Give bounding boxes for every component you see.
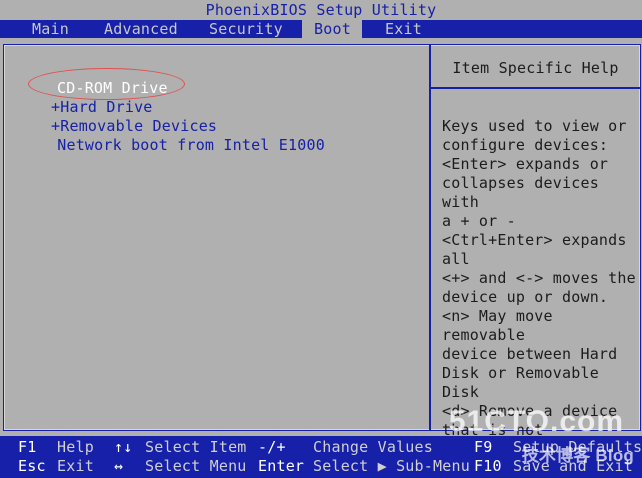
tab-exit[interactable]: Exit [373,20,434,38]
help-pane: Item Specific Help Keys used to view or … [431,45,640,458]
f1-desc: Help [57,438,94,456]
f1-key: F1 [18,438,37,456]
left-right-arrows-icon: ↔ [114,457,124,475]
watermark-subtitle: 技术博客 Blog [521,446,634,465]
tab-main[interactable]: Main [20,20,81,38]
select-item-desc: Select Item [145,438,247,456]
select-submenu-desc: Select ▶ Sub-Menu [313,457,470,475]
watermark: 51CTO.com 技术博客 Blog [449,405,634,475]
boot-item-cdrom[interactable]: CD-ROM Drive [57,79,168,98]
watermark-logo: 51CTO.com [448,405,624,438]
tab-security[interactable]: Security [197,20,295,38]
plus-minus-key: -/+ [258,438,286,456]
up-down-arrows-icon: ↑↓ [114,438,133,456]
change-values-desc: Change Values [313,438,433,456]
menu-bar: Main Advanced Security Boot Exit [0,20,642,38]
tab-boot[interactable]: Boot [302,20,362,38]
boot-order-pane: CD-ROM Drive +Hard Drive +Removable Devi… [4,45,431,430]
boot-item-network-boot[interactable]: Network boot from Intel E1000 [48,136,325,155]
boot-item-removable-devices[interactable]: +Removable Devices [51,117,217,136]
enter-key: Enter [258,457,305,475]
tab-advanced[interactable]: Advanced [92,20,190,38]
window-title: PhoenixBIOS Setup Utility [0,0,642,20]
select-menu-desc: Select Menu [145,457,247,475]
esc-desc: Exit [57,457,94,475]
help-title: Item Specific Help [431,45,640,89]
esc-key: Esc [18,457,46,475]
boot-item-hard-drive[interactable]: +Hard Drive [51,98,153,117]
main-panel: CD-ROM Drive +Hard Drive +Removable Devi… [3,44,641,458]
